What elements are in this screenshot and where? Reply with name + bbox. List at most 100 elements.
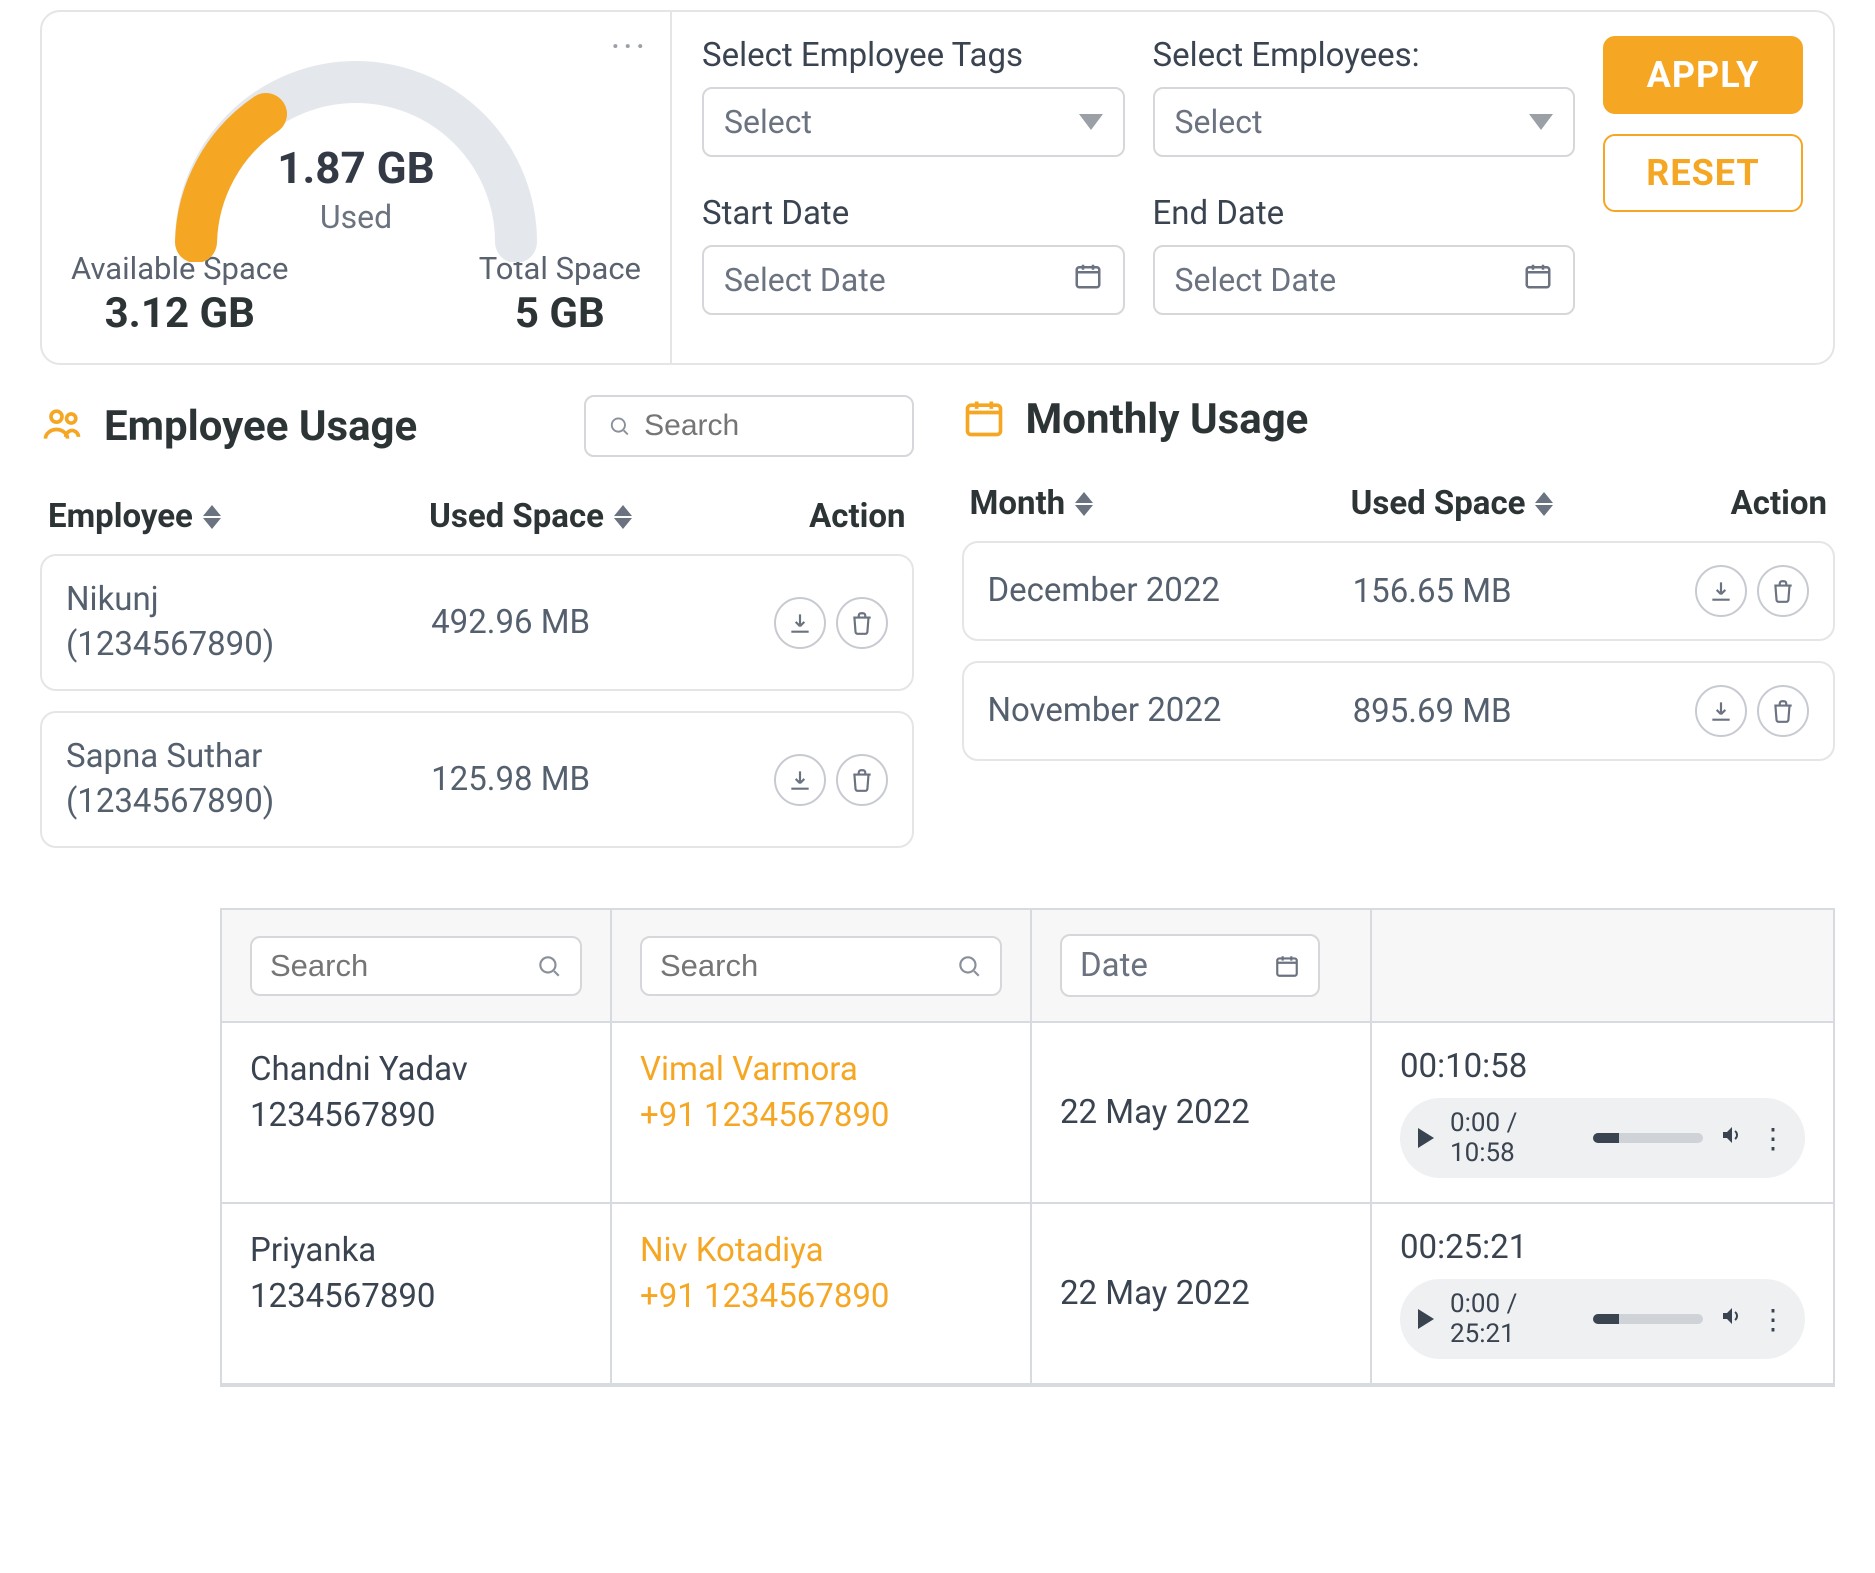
employee-tags-select[interactable]: Select: [702, 87, 1125, 157]
date-placeholder: Date: [1080, 946, 1148, 985]
col-month[interactable]: Month: [970, 484, 1351, 523]
employee-tags-label: Select Employee Tags: [702, 36, 1125, 75]
employee-search-input[interactable]: [644, 409, 889, 443]
audio-player[interactable]: 0:00 / 10:58 ⋮: [1400, 1098, 1805, 1178]
more-icon[interactable]: ⋮: [1759, 1303, 1787, 1336]
progress-bar[interactable]: [1593, 1133, 1703, 1143]
reset-button[interactable]: RESET: [1603, 134, 1803, 212]
audio-player[interactable]: 0:00 / 25:21 ⋮: [1400, 1279, 1805, 1359]
month-name: November 2022: [988, 689, 1353, 734]
storage-gauge-card: ··· 1.87 GB Used Available Space 3.12 GB…: [42, 12, 672, 363]
download-button[interactable]: [774, 754, 826, 806]
sort-icon: [1535, 492, 1553, 516]
callee-name: Vimal Varmora: [640, 1050, 858, 1089]
col-employee[interactable]: Employee: [48, 497, 429, 536]
chevron-down-icon: [1529, 114, 1553, 130]
download-button[interactable]: [774, 597, 826, 649]
download-button[interactable]: [1695, 685, 1747, 737]
table-row: Nikunj(1234567890) 492.96 MB: [40, 554, 914, 691]
start-date-input[interactable]: Select Date: [702, 245, 1125, 315]
end-date-input[interactable]: Select Date: [1153, 245, 1576, 315]
col-used-space[interactable]: Used Space: [1351, 484, 1637, 523]
play-icon[interactable]: [1418, 1309, 1434, 1329]
recordings-header: Date: [222, 910, 1833, 1023]
date-placeholder: Select Date: [724, 261, 886, 299]
sort-icon: [614, 505, 632, 529]
monthly-usage-title: Monthly Usage: [1026, 395, 1309, 444]
caller-search[interactable]: [250, 936, 582, 996]
caller-number: 1234567890: [250, 1277, 435, 1316]
calendar-icon: [1523, 261, 1553, 299]
recording-duration: 00:25:21: [1400, 1228, 1805, 1267]
start-date-label: Start Date: [702, 194, 1125, 233]
play-icon[interactable]: [1418, 1128, 1434, 1148]
calendar-icon: [962, 396, 1006, 444]
callee-number: +91 1234567890: [640, 1277, 889, 1316]
volume-icon[interactable]: [1719, 1123, 1743, 1154]
more-icon[interactable]: ⋮: [1759, 1122, 1787, 1155]
recording-row: Priyanka 1234567890 Niv Kotadiya +91 12345…: [222, 1204, 1833, 1385]
table-row: December 2022 156.65 MB: [962, 541, 1836, 641]
date-placeholder: Select Date: [1175, 261, 1337, 299]
recording-duration: 00:10:58: [1400, 1047, 1805, 1086]
caller-name: Priyanka: [250, 1231, 376, 1270]
select-placeholder: Select: [724, 103, 812, 141]
emp-size: 492.96 MB: [431, 603, 705, 642]
table-row: November 2022 895.69 MB: [962, 661, 1836, 761]
progress-bar[interactable]: [1593, 1314, 1703, 1324]
used-value: 1.87 GB: [146, 142, 566, 194]
callee-search[interactable]: [640, 936, 1002, 996]
more-icon[interactable]: ···: [611, 26, 648, 68]
search-icon: [956, 953, 982, 979]
recording-row: Chandni Yadav 1234567890 Vimal Varmora +91…: [222, 1023, 1833, 1204]
emp-id: (1234567890): [66, 625, 274, 664]
month-size: 156.65 MB: [1353, 572, 1627, 611]
employee-usage-title: Employee Usage: [104, 402, 417, 451]
select-placeholder: Select: [1175, 103, 1263, 141]
sort-icon: [1075, 492, 1093, 516]
people-icon: [40, 402, 84, 450]
volume-icon[interactable]: [1719, 1304, 1743, 1335]
callee-number: +91 1234567890: [640, 1096, 889, 1135]
emp-name: Sapna Suthar: [66, 737, 262, 776]
recordings-table: Date Chandni Yadav 1234567890 Vimal Varmo…: [220, 908, 1835, 1387]
employees-select[interactable]: Select: [1153, 87, 1576, 157]
delete-button[interactable]: [1757, 565, 1809, 617]
end-date-label: End Date: [1153, 194, 1576, 233]
top-panel: ··· 1.87 GB Used Available Space 3.12 GB…: [40, 10, 1835, 365]
employees-label: Select Employees:: [1153, 36, 1576, 75]
employee-usage-section: Employee Usage Employee Used Space Actio…: [40, 395, 914, 868]
table-row: Sapna Suthar (1234567890) 125.98 MB: [40, 711, 914, 848]
month-name: December 2022: [988, 569, 1353, 614]
available-space-value: 3.12 GB: [71, 289, 288, 338]
calendar-icon: [1073, 261, 1103, 299]
emp-size: 125.98 MB: [431, 760, 705, 799]
date-filter[interactable]: Date: [1060, 934, 1320, 997]
recording-date: 22 May 2022: [1032, 1204, 1372, 1385]
total-space-value: 5 GB: [479, 289, 641, 338]
apply-button[interactable]: APPLY: [1603, 36, 1803, 114]
col-action: Action: [1636, 484, 1827, 523]
delete-button[interactable]: [836, 754, 888, 806]
caller-number: 1234567890: [250, 1096, 435, 1135]
employee-search[interactable]: [584, 395, 914, 457]
month-size: 895.69 MB: [1353, 692, 1627, 731]
caller-name: Chandni Yadav: [250, 1050, 468, 1089]
callee-search-input[interactable]: [660, 948, 956, 984]
caller-search-input[interactable]: [270, 948, 536, 984]
search-icon: [608, 413, 631, 439]
col-used-space[interactable]: Used Space: [429, 497, 715, 536]
col-action: Action: [715, 497, 906, 536]
sort-icon: [203, 505, 221, 529]
filters-panel: Select Employee Tags Select Select Emplo…: [672, 12, 1833, 363]
delete-button[interactable]: [836, 597, 888, 649]
chevron-down-icon: [1079, 114, 1103, 130]
emp-id: (1234567890): [66, 782, 274, 821]
delete-button[interactable]: [1757, 685, 1809, 737]
search-icon: [536, 953, 562, 979]
player-time: 0:00 / 25:21: [1450, 1289, 1577, 1349]
monthly-usage-section: Monthly Usage Month Used Space Action De…: [962, 395, 1836, 868]
download-button[interactable]: [1695, 565, 1747, 617]
recording-date: 22 May 2022: [1032, 1023, 1372, 1204]
callee-name: Niv Kotadiya: [640, 1231, 824, 1270]
